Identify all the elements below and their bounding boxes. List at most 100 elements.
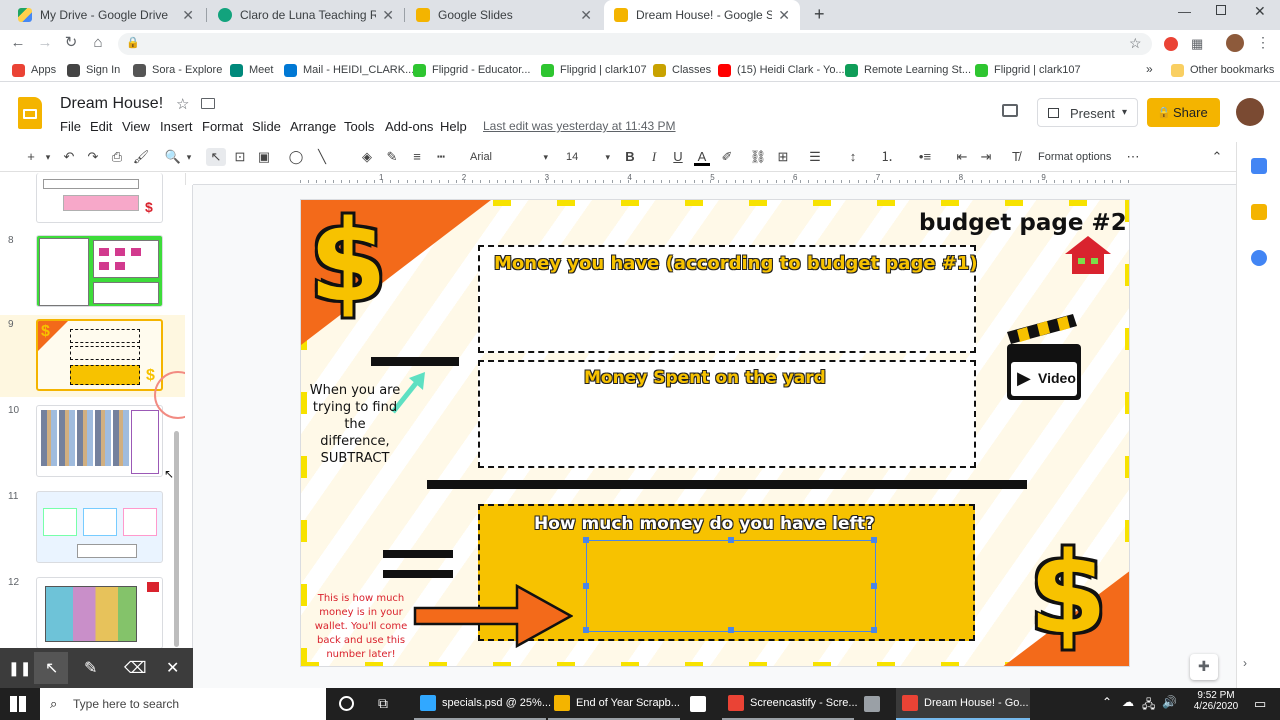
document-title[interactable]: Dream House!: [60, 95, 163, 113]
align-icon[interactable]: ☰: [804, 148, 826, 166]
menu-format[interactable]: Format: [202, 119, 243, 134]
other-bookmarks[interactable]: Other bookmarks: [1171, 58, 1274, 82]
money-spent-box[interactable]: Money Spent on the yard: [478, 360, 976, 468]
bookmark-item[interactable]: Mail - HEIDI_CLARK...: [284, 58, 414, 82]
present-dropdown-icon[interactable]: ▾: [1122, 107, 1127, 118]
resize-handle[interactable]: [728, 627, 734, 633]
new-slide-icon[interactable]: +: [24, 148, 38, 166]
taskbar-app[interactable]: [684, 688, 718, 720]
collapse-toolbar-icon[interactable]: ⌃: [1208, 148, 1226, 166]
extensions-grid-icon[interactable]: ▦: [1191, 36, 1203, 52]
more-options-icon[interactable]: ⋯: [1124, 148, 1142, 166]
bookmark-item[interactable]: Remote Learning St...: [845, 58, 971, 82]
browser-tab-slides[interactable]: Google Slides ✕: [406, 0, 602, 30]
resize-handle[interactable]: [583, 537, 589, 543]
line-icon[interactable]: ╲: [313, 148, 331, 166]
resize-handle[interactable]: [728, 537, 734, 543]
close-tab-icon[interactable]: ✕: [182, 7, 194, 24]
close-tab-icon[interactable]: ✕: [778, 7, 790, 24]
link-icon[interactable]: ⛓: [748, 148, 768, 166]
resize-handle[interactable]: [583, 583, 589, 589]
text-box-icon[interactable]: ⊡: [231, 148, 249, 166]
print-icon[interactable]: ⎙: [108, 148, 126, 166]
task-view-icon[interactable]: ⧉: [378, 695, 388, 712]
chrome-menu-icon[interactable]: ⋮: [1256, 34, 1270, 51]
border-color-icon[interactable]: ✎: [383, 148, 401, 166]
bookmark-item[interactable]: Classes: [653, 58, 711, 82]
close-window-icon[interactable]: ✕: [1254, 3, 1266, 20]
profile-avatar[interactable]: [1226, 34, 1244, 52]
zoom-icon[interactable]: 🔍: [164, 148, 182, 166]
menu-help[interactable]: Help: [440, 119, 467, 134]
line-spacing-icon[interactable]: ↕: [844, 148, 862, 166]
taskbar-search-box[interactable]: ⌕ Type here to search: [40, 688, 326, 720]
resize-handle[interactable]: [871, 627, 877, 633]
redo-icon[interactable]: ↷: [84, 148, 102, 166]
pen-icon[interactable]: ✎: [84, 658, 97, 678]
close-tab-icon[interactable]: ✕: [580, 7, 592, 24]
forward-icon[interactable]: →: [34, 33, 56, 53]
tray-app-icon[interactable]: ☁: [1122, 695, 1134, 709]
border-weight-icon[interactable]: ≡: [408, 148, 426, 166]
fill-color-icon[interactable]: ◈: [358, 148, 376, 166]
resize-handle[interactable]: [583, 627, 589, 633]
close-icon[interactable]: ✕: [166, 658, 179, 678]
menu-view[interactable]: View: [122, 119, 150, 134]
text-color-icon[interactable]: A: [694, 148, 710, 166]
zoom-dropdown-icon[interactable]: ▾: [184, 148, 194, 166]
account-avatar[interactable]: [1236, 98, 1264, 126]
select-tool-icon[interactable]: ↖: [206, 148, 226, 166]
font-family-select[interactable]: Arial ▾: [470, 148, 548, 166]
explore-button[interactable]: ✚: [1190, 654, 1218, 680]
calendar-icon[interactable]: [1251, 158, 1267, 174]
star-icon[interactable]: ☆: [176, 95, 189, 113]
bookmark-item[interactable]: Flipgrid - Educator...: [413, 58, 530, 82]
bookmark-item[interactable]: Sign In: [67, 58, 120, 82]
maximize-icon[interactable]: [1216, 5, 1226, 15]
browser-tab-dream-house[interactable]: Dream House! - Google Slides ✕: [604, 0, 800, 30]
add-comment-icon[interactable]: ⊞: [774, 148, 792, 166]
reload-icon[interactable]: ↻: [60, 33, 82, 53]
notifications-icon[interactable]: ▭: [1254, 696, 1266, 712]
menu-slide[interactable]: Slide: [252, 119, 281, 134]
eraser-icon[interactable]: ⌫: [124, 658, 147, 678]
comment-history-icon[interactable]: [1002, 104, 1018, 117]
menu-arrange[interactable]: Arrange: [290, 119, 336, 134]
home-icon[interactable]: ⌂: [87, 33, 109, 53]
back-icon[interactable]: ←: [7, 33, 29, 53]
taskbar-app[interactable]: [858, 688, 892, 720]
menu-insert[interactable]: Insert: [160, 119, 193, 134]
undo-icon[interactable]: ↶: [60, 148, 78, 166]
increase-indent-icon[interactable]: ⇥: [977, 148, 995, 166]
taskbar-clock[interactable]: 9:52 PM 4/26/2020: [1188, 690, 1244, 712]
menu-add-ons[interactable]: Add-ons: [385, 119, 433, 134]
bookmark-item[interactable]: Meet: [230, 58, 273, 82]
last-edit-link[interactable]: Last edit was yesterday at 11:43 PM: [483, 119, 676, 133]
bookmark-item[interactable]: Flipgrid | clark107: [541, 58, 647, 82]
pause-icon[interactable]: ❚❚: [8, 660, 31, 677]
slide-thumbnail[interactable]: $: [36, 173, 163, 223]
format-options-button[interactable]: Format options: [1038, 148, 1124, 166]
extension-icon[interactable]: [1164, 37, 1178, 51]
browser-tab-drive[interactable]: My Drive - Google Drive ✕: [8, 0, 204, 30]
bookmark-star-icon[interactable]: ☆: [1129, 35, 1142, 52]
menu-edit[interactable]: Edit: [90, 119, 112, 134]
resize-handle[interactable]: [871, 583, 877, 589]
bulleted-list-icon[interactable]: •≡: [914, 148, 936, 166]
slide-thumbnail-selected[interactable]: $ $: [36, 319, 163, 391]
taskbar-app[interactable]: Screencastify - Scre...: [722, 688, 858, 720]
close-tab-icon[interactable]: ✕: [382, 7, 394, 24]
menu-tools[interactable]: Tools: [344, 119, 374, 134]
bookmark-item[interactable]: (15) Heidi Clark - Yo...: [718, 58, 845, 82]
tray-chevron-icon[interactable]: ⌃: [1102, 695, 1112, 709]
slides-logo-icon[interactable]: [18, 97, 42, 129]
border-dash-icon[interactable]: ┅: [432, 148, 450, 166]
resize-handle[interactable]: [871, 537, 877, 543]
font-size-select[interactable]: 14 ▾: [566, 148, 610, 166]
bookmark-item[interactable]: Apps: [12, 58, 56, 82]
slide[interactable]: $ $ budget page #2 Money you have (accor…: [300, 199, 1130, 667]
image-icon[interactable]: ▣: [255, 148, 273, 166]
new-tab-button[interactable]: +: [814, 4, 825, 25]
shape-icon[interactable]: ◯: [287, 148, 305, 166]
money-you-have-box[interactable]: Money you have (according to budget page…: [478, 245, 978, 353]
